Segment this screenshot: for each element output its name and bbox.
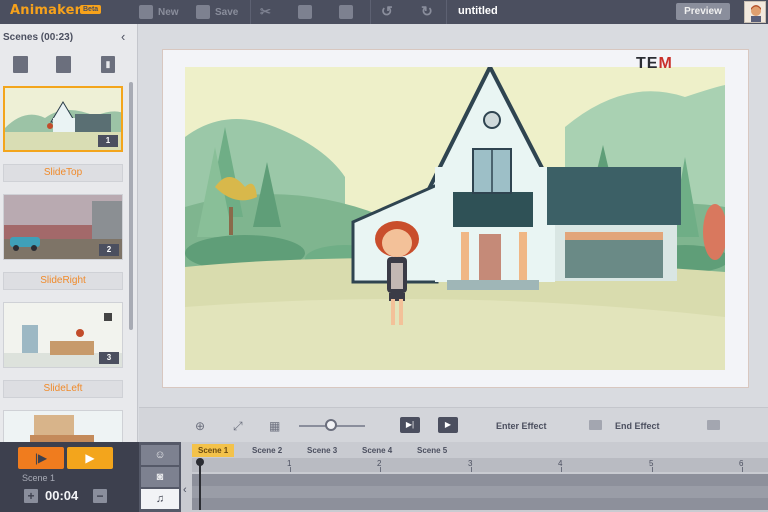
play-start-icon: ▶|	[405, 420, 415, 429]
preview-button[interactable]: Preview	[676, 3, 730, 20]
scene-thumbnail-2[interactable]: 2	[3, 194, 123, 260]
duplicate-scene-button[interactable]	[56, 56, 71, 73]
character-track-button[interactable]: ☺	[141, 445, 179, 465]
crosshair-icon[interactable]: ⊕	[195, 419, 205, 433]
scenes-scrollbar[interactable]	[129, 82, 133, 330]
play-icon: ▶	[444, 420, 452, 429]
play-icon: ▶	[85, 451, 95, 465]
cut-button[interactable]: ✂	[260, 0, 271, 24]
music-note-icon: ♫	[155, 493, 165, 505]
copy-button[interactable]	[298, 0, 312, 24]
copy-icon	[298, 5, 312, 19]
camera-icon: ◙	[156, 471, 164, 483]
scene-thumbnail-1[interactable]: 1	[3, 86, 123, 152]
tab-scene-4[interactable]: Scene 4	[356, 444, 398, 457]
ruler-tick	[742, 467, 743, 472]
app-logo: Animaker	[10, 3, 82, 18]
enter-effect-toggle[interactable]	[589, 420, 602, 430]
scene-number-badge: 3	[99, 352, 119, 364]
robot-icon: ☺	[154, 449, 166, 461]
decrease-duration-button[interactable]: −	[93, 489, 107, 503]
fit-screen-icon[interactable]: ⤢	[233, 419, 243, 434]
tem-brand-logo: TEM	[636, 55, 673, 73]
zoom-slider-knob[interactable]	[325, 419, 337, 431]
save-button[interactable]: Save	[196, 0, 238, 24]
timeline-ruler[interactable]	[192, 458, 768, 472]
scene-number-badge: 2	[99, 244, 119, 256]
new-button[interactable]: New	[139, 0, 179, 24]
toolbar-divider	[370, 0, 371, 24]
undo-icon: ↺	[381, 3, 393, 19]
user-avatar-icon	[751, 5, 761, 22]
new-label: New	[158, 6, 179, 18]
ruler-tick	[652, 467, 653, 472]
paste-button[interactable]	[339, 0, 353, 24]
scene-thumbnail-4[interactable]	[3, 410, 123, 442]
redo-icon: ↻	[421, 3, 433, 19]
enter-effect-label[interactable]: Enter Effect	[496, 421, 547, 431]
tab-scene-3[interactable]: Scene 3	[301, 444, 343, 457]
redo-button[interactable]: ↻	[421, 3, 433, 20]
timeline-track[interactable]	[192, 486, 768, 498]
playhead-handle[interactable]	[196, 458, 204, 466]
play-from-start-button[interactable]: |▶	[18, 447, 64, 469]
play-start-icon: |▶	[34, 451, 48, 465]
scene-artwork[interactable]	[185, 67, 725, 370]
scene-tools: ▮	[0, 56, 130, 74]
project-title[interactable]: untitled	[458, 5, 498, 17]
current-scene-label: Scene 1	[22, 473, 56, 483]
transition-slideleft[interactable]: SlideLeft	[3, 380, 123, 398]
transition-slideright[interactable]: SlideRight	[3, 272, 123, 290]
scene-number-badge: 1	[98, 135, 118, 147]
save-label: Save	[215, 6, 239, 18]
beta-badge: Beta	[80, 5, 102, 14]
scene-thumbnail-3[interactable]: 3	[3, 302, 123, 368]
tab-scene-1[interactable]: Scene 1	[192, 444, 235, 457]
delete-scene-button[interactable]: ▮	[101, 56, 115, 73]
toolbar-divider	[250, 0, 251, 24]
new-file-icon	[139, 5, 153, 19]
tab-scene-5[interactable]: Scene 5	[411, 444, 453, 457]
scissors-icon: ✂	[260, 4, 271, 19]
ruler-tick	[561, 467, 562, 472]
camera-track-button[interactable]: ◙	[141, 467, 179, 487]
brand-text-prefix: TE	[636, 55, 659, 72]
timeline-track[interactable]	[192, 498, 768, 510]
top-bar: Animaker Beta New Save ✂ ↺ ↻ untitled Pr…	[0, 0, 768, 24]
grid-icon[interactable]: ▦	[269, 419, 280, 433]
scenes-panel-title: Scenes (00:23)	[3, 32, 74, 43]
ruler-tick	[471, 467, 472, 472]
toolbar-divider	[446, 0, 447, 24]
scene-duration: 00:04	[45, 488, 79, 503]
avatar[interactable]	[744, 1, 766, 23]
enter-effect-preview-button[interactable]: ▶|	[400, 417, 420, 433]
transition-slidetop[interactable]: SlideTop	[3, 164, 123, 182]
ruler-tick	[380, 467, 381, 472]
end-effect-preview-button[interactable]: ▶	[438, 417, 458, 433]
trash-icon: ▮	[105, 59, 111, 69]
ruler-tick	[290, 467, 291, 472]
tab-scene-2[interactable]: Scene 2	[246, 444, 288, 457]
house-scene-illustration	[185, 67, 725, 370]
timeline-track[interactable]	[192, 474, 768, 486]
scenes-panel: Scenes (00:23) ‹ ▮ 1 SlideTop 2 SlideRig…	[0, 24, 138, 442]
chevron-left-icon: ‹	[183, 484, 187, 496]
chevron-left-icon: ‹	[121, 29, 126, 44]
collapse-panel-button[interactable]: ‹	[121, 29, 125, 44]
brand-text-suffix: M	[658, 55, 673, 72]
end-effect-label[interactable]: End Effect	[615, 421, 660, 431]
collapse-timeline-button[interactable]: ‹	[183, 484, 187, 496]
scene-4-preview	[4, 411, 122, 442]
end-effect-toggle[interactable]	[707, 420, 720, 430]
add-scene-button[interactable]	[13, 56, 28, 73]
music-track-button[interactable]: ♫	[141, 489, 179, 509]
save-icon	[196, 5, 210, 19]
play-button[interactable]: ▶	[67, 447, 113, 469]
paste-icon	[339, 5, 353, 19]
undo-button[interactable]: ↺	[381, 3, 393, 20]
increase-duration-button[interactable]: +	[24, 489, 38, 503]
playhead-line[interactable]	[199, 460, 201, 510]
